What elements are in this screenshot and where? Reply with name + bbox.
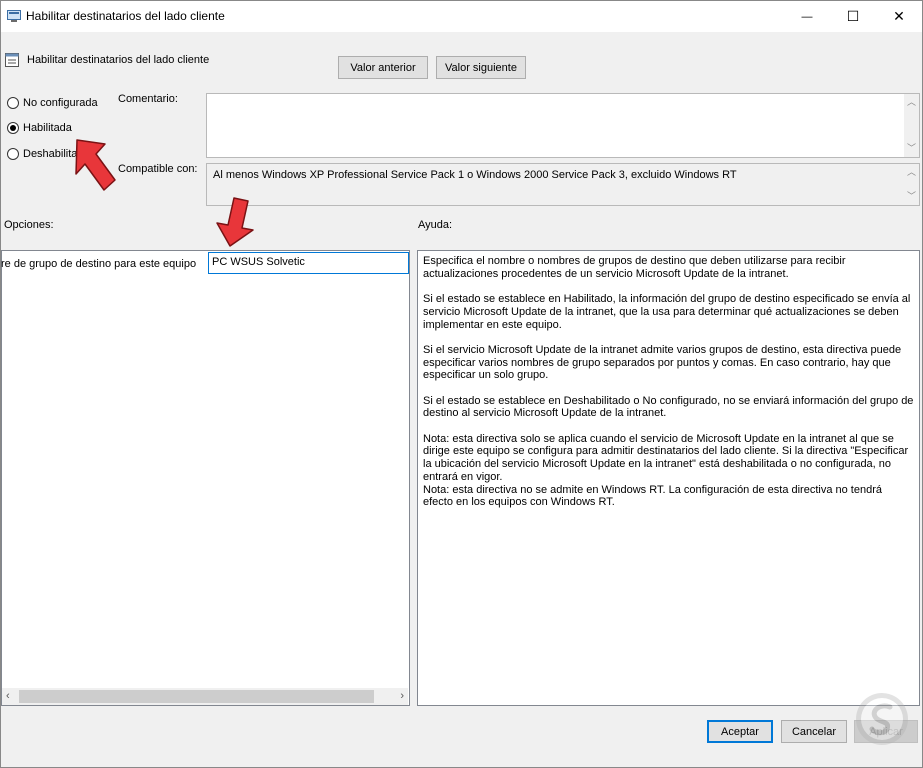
- radio-enabled[interactable]: Habilitada: [7, 122, 72, 134]
- scroll-thumb[interactable]: [19, 690, 374, 703]
- policy-title: Habilitar destinatarios del lado cliente: [27, 54, 210, 66]
- help-paragraph: Especifica el nombre o nombres de grupos…: [423, 255, 846, 280]
- scroll-right-icon[interactable]: ›: [400, 690, 404, 702]
- options-hscrollbar[interactable]: ‹ ›: [2, 688, 408, 705]
- scroll-down-icon[interactable]: ﹀: [907, 192, 916, 201]
- options-label: Opciones:: [4, 219, 54, 231]
- site-logo-icon: [856, 693, 908, 745]
- comment-textarea[interactable]: ︿ ﹀: [206, 93, 920, 158]
- compatible-value: Al menos Windows XP Professional Service…: [213, 169, 737, 181]
- help-paragraph: Si el estado se establece en Habilitado,…: [423, 293, 911, 331]
- scroll-left-icon[interactable]: ‹: [6, 690, 10, 702]
- minimize-icon: —: [801, 10, 813, 23]
- help-paragraph: Si el estado se establece en Deshabilita…: [423, 394, 914, 420]
- help-panel: Especifica el nombre o nombres de grupos…: [417, 250, 920, 706]
- policy-editor-icon: [7, 10, 21, 22]
- help-label: Ayuda:: [418, 219, 453, 231]
- previous-setting-button[interactable]: Valor anterior: [338, 56, 428, 79]
- compatible-scrollbar[interactable]: ︿ ﹀: [904, 164, 919, 205]
- annotation-arrow-icon: [216, 197, 254, 247]
- policy-setting-icon: [5, 53, 19, 67]
- help-paragraph: Nota: esta directiva no se admite en Win…: [423, 483, 882, 509]
- close-button[interactable]: ✕: [876, 1, 922, 32]
- next-setting-button[interactable]: Valor siguiente: [436, 56, 526, 79]
- compatible-label: Compatible con:: [118, 163, 198, 175]
- title-bar: Habilitar destinatarios del lado cliente…: [1, 1, 922, 32]
- compatible-field: Al menos Windows XP Professional Service…: [206, 163, 920, 206]
- maximize-icon: ☐: [846, 8, 860, 24]
- help-paragraph: Nota: esta directiva solo se aplica cuan…: [423, 432, 909, 483]
- target-group-label: re de grupo de destino para este equipo: [1, 258, 197, 270]
- maximize-button[interactable]: ☐: [830, 1, 876, 32]
- options-panel: [1, 250, 410, 706]
- radio-circle[interactable]: [7, 122, 19, 134]
- scroll-up-icon[interactable]: ︿: [907, 98, 916, 107]
- radio-circle[interactable]: [7, 148, 19, 160]
- radio-not-configured[interactable]: No configurada: [7, 97, 98, 109]
- policy-dialog: Habilitar destinatarios del lado cliente…: [0, 0, 923, 768]
- radio-label: No configurada: [23, 97, 98, 109]
- annotation-arrow-icon: [75, 139, 116, 191]
- help-text: Especifica el nombre o nombres de grupos…: [418, 251, 919, 526]
- help-paragraph: Si el servicio Microsoft Update de la in…: [423, 343, 902, 382]
- comment-scrollbar[interactable]: ︿ ﹀: [904, 94, 919, 157]
- comment-label: Comentario:: [118, 93, 178, 105]
- window-title: Habilitar destinatarios del lado cliente: [26, 9, 225, 23]
- scroll-down-icon[interactable]: ﹀: [907, 144, 916, 153]
- minimize-button[interactable]: —: [784, 1, 830, 32]
- close-icon: ✕: [893, 8, 905, 24]
- cancel-button[interactable]: Cancelar: [781, 720, 847, 743]
- target-group-input[interactable]: PC WSUS Solvetic: [208, 252, 409, 274]
- radio-circle[interactable]: [7, 97, 19, 109]
- radio-label: Habilitada: [23, 122, 72, 134]
- accept-button[interactable]: Aceptar: [707, 720, 773, 743]
- scroll-up-icon[interactable]: ︿: [907, 168, 916, 177]
